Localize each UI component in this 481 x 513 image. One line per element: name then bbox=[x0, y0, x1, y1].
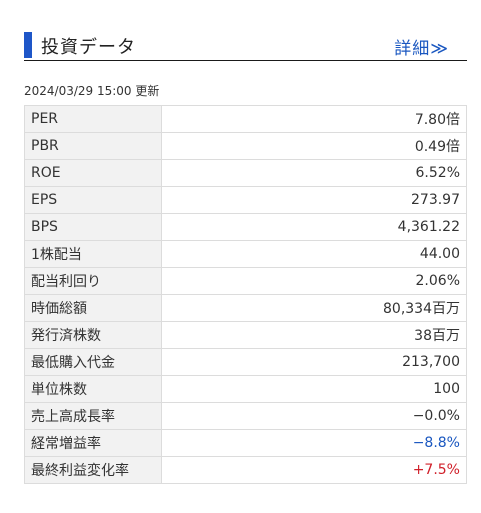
details-link[interactable]: 詳細≫ bbox=[394, 34, 449, 59]
row-label: 発行済株数 bbox=[24, 321, 162, 349]
row-value: 2.06% bbox=[161, 267, 467, 295]
table-row: BPS 4,361.22 bbox=[24, 213, 467, 241]
row-value: +7.5% bbox=[161, 456, 467, 484]
row-value: 213,700 bbox=[161, 348, 467, 376]
row-label: PER bbox=[24, 105, 162, 133]
table-row: 最低購入代金 213,700 bbox=[24, 348, 467, 376]
table-row: 1株配当 44.00 bbox=[24, 240, 467, 268]
section-title: 投資データ bbox=[41, 37, 136, 58]
row-value: 4,361.22 bbox=[161, 213, 467, 241]
row-value: 273.97 bbox=[161, 186, 467, 214]
table-row: 売上高成長率 −0.0% bbox=[24, 402, 467, 430]
row-value: −0.0% bbox=[161, 402, 467, 430]
table-row: 経常増益率 −8.8% bbox=[24, 429, 467, 457]
row-label: EPS bbox=[24, 186, 162, 214]
row-label: 経常増益率 bbox=[24, 429, 162, 457]
update-timestamp: 2024/03/29 15:00 更新 bbox=[24, 84, 160, 98]
row-label: 売上高成長率 bbox=[24, 402, 162, 430]
row-value: −8.8% bbox=[161, 429, 467, 457]
row-value: 38百万 bbox=[161, 321, 467, 349]
row-value: 6.52% bbox=[161, 159, 467, 187]
table-row: 最終利益変化率 +7.5% bbox=[24, 456, 467, 484]
row-label: 時価総額 bbox=[24, 294, 162, 322]
table-row: 配当利回り 2.06% bbox=[24, 267, 467, 295]
row-label: PBR bbox=[24, 132, 162, 160]
row-label: 最低購入代金 bbox=[24, 348, 162, 376]
investment-data-table: PER 7.80倍 PBR 0.49倍 ROE 6.52% EPS 273.97… bbox=[24, 105, 467, 484]
table-row: 単位株数 100 bbox=[24, 375, 467, 403]
table-row: 時価総額 80,334百万 bbox=[24, 294, 467, 322]
table-row: 発行済株数 38百万 bbox=[24, 321, 467, 349]
row-label: BPS bbox=[24, 213, 162, 241]
row-label: 配当利回り bbox=[24, 267, 162, 295]
table-row: PBR 0.49倍 bbox=[24, 132, 467, 160]
row-value: 100 bbox=[161, 375, 467, 403]
section-header: 投資データ 詳細≫ bbox=[24, 30, 467, 61]
accent-bar bbox=[24, 32, 32, 58]
row-label: 単位株数 bbox=[24, 375, 162, 403]
table-row: PER 7.80倍 bbox=[24, 105, 467, 133]
investment-data-section: 投資データ 詳細≫ bbox=[24, 30, 467, 61]
row-value: 44.00 bbox=[161, 240, 467, 268]
row-value: 7.80倍 bbox=[161, 105, 467, 133]
row-value: 0.49倍 bbox=[161, 132, 467, 160]
row-label: 最終利益変化率 bbox=[24, 456, 162, 484]
table-row: EPS 273.97 bbox=[24, 186, 467, 214]
row-label: 1株配当 bbox=[24, 240, 162, 268]
row-label: ROE bbox=[24, 159, 162, 187]
row-value: 80,334百万 bbox=[161, 294, 467, 322]
table-row: ROE 6.52% bbox=[24, 159, 467, 187]
